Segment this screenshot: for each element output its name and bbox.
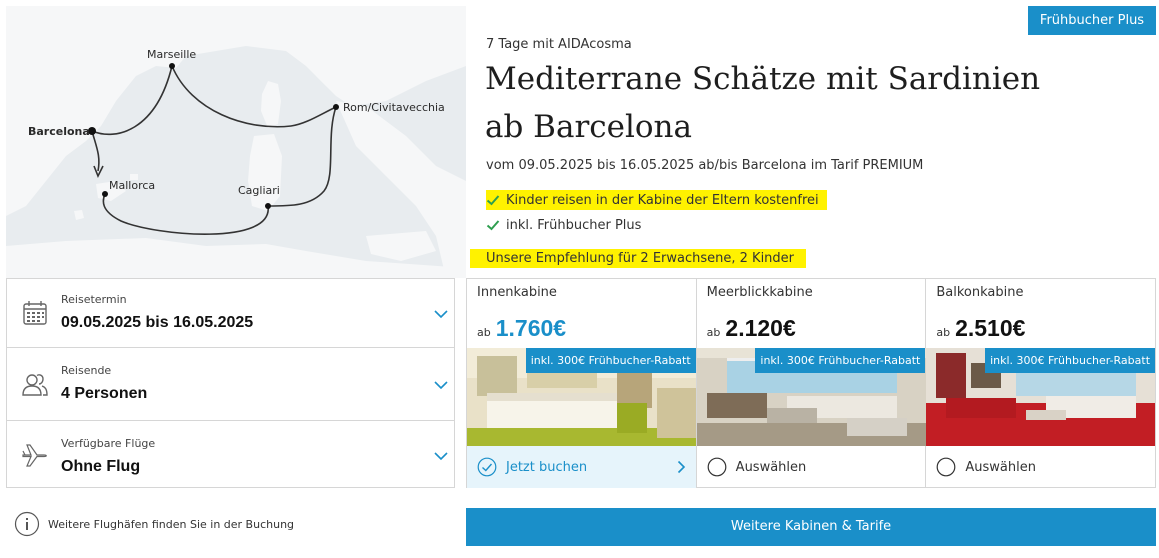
discount-badge: inkl. 300€ Frühbucher-Rabatt — [755, 348, 926, 373]
discount-badge: inkl. 300€ Frühbucher-Rabatt — [985, 348, 1156, 373]
select-cabin-button[interactable]: Auswählen — [697, 446, 926, 488]
price-amount: 2.120€ — [725, 315, 796, 341]
radio-icon — [936, 457, 956, 477]
port-label-mallorca: Mallorca — [109, 179, 155, 192]
ship-line: 7 Tage mit AIDAcosma — [486, 37, 632, 52]
cabin-options: Innenkabine ab 1.760€ inkl. 300€ Frühbuc… — [466, 278, 1157, 488]
flights-value: Ohne Flug — [61, 458, 141, 475]
airport-note-text: Weitere Flughäfen finden Sie in der Buch… — [48, 517, 295, 531]
price-amount: 2.510€ — [955, 315, 1026, 341]
price-prefix: ab — [936, 326, 951, 339]
select-cabin-label: Auswählen — [965, 459, 1036, 475]
travel-date-label: Reisetermin — [61, 293, 127, 306]
feature-label: inkl. Frühbucher Plus — [506, 217, 642, 233]
route-map: Marseille Rom/Civitavecchia Barcelona Ma… — [6, 6, 466, 278]
cabin-card-meerblickkabine[interactable]: Meerblickkabine ab 2.120€ inkl. 300€ Frü… — [696, 278, 927, 488]
cabin-name: Balkonkabine — [936, 285, 1024, 300]
travel-date-select[interactable]: Reisetermin 09.05.2025 bis 16.05.2025 — [6, 278, 455, 348]
book-now-label: Jetzt buchen — [506, 459, 588, 475]
chevron-down-icon — [434, 452, 448, 461]
airport-note: Weitere Flughäfen finden Sie in der Buch… — [14, 511, 294, 537]
port-label-rom: Rom/Civitavecchia — [343, 101, 445, 114]
info-icon — [14, 511, 40, 537]
cabin-name: Meerblickkabine — [706, 285, 813, 300]
travelers-select[interactable]: Reisende 4 Personen — [6, 347, 455, 421]
cabin-price: ab 2.120€ — [707, 315, 796, 342]
cabin-price: ab 2.510€ — [936, 315, 1025, 342]
chevron-down-icon — [434, 310, 448, 319]
cabin-card-innenkabine[interactable]: Innenkabine ab 1.760€ inkl. 300€ Frühbuc… — [467, 278, 697, 488]
check-circle-icon — [477, 457, 497, 477]
port-marker-mallorca — [102, 191, 108, 197]
port-marker-rom — [333, 104, 339, 110]
calendar-icon — [23, 301, 47, 325]
port-label-cagliari: Cagliari — [238, 184, 280, 197]
feature-kids-free: Kinder reisen in der Kabine der Eltern k… — [486, 190, 827, 210]
people-icon — [22, 374, 48, 396]
port-label-marseille: Marseille — [147, 48, 196, 61]
flights-select[interactable]: Verfügbare Flüge Ohne Flug — [6, 420, 455, 488]
cabin-name: Innenkabine — [477, 285, 557, 300]
price-prefix: ab — [706, 326, 721, 339]
check-icon — [486, 195, 500, 206]
cabin-card-balkonkabine[interactable]: Balkonkabine ab 2.510€ inkl. 300€ Frühbu… — [926, 278, 1157, 488]
price-prefix: ab — [477, 326, 491, 339]
travelers-label: Reisende — [61, 364, 112, 377]
feature-fruehbucher: inkl. Frühbucher Plus — [486, 215, 641, 235]
travel-date-value: 09.05.2025 bis 16.05.2025 — [61, 314, 254, 331]
page-title: Mediterrane Schätze mit Sardinien ab Bar… — [485, 61, 1041, 145]
travelers-value: 4 Personen — [61, 385, 148, 402]
port-marker-cagliari — [265, 203, 271, 209]
check-icon — [486, 220, 500, 231]
port-label-barcelona: Barcelona — [28, 125, 90, 138]
cabin-price: ab 1.760€ — [477, 315, 566, 342]
chevron-down-icon — [434, 381, 448, 390]
price-amount: 1.760€ — [495, 315, 567, 341]
dates-line: vom 09.05.2025 bis 16.05.2025 ab/bis Bar… — [486, 158, 924, 173]
radio-icon — [707, 457, 727, 477]
select-cabin-button[interactable]: Auswählen — [926, 446, 1155, 488]
more-cabins-button[interactable]: Weitere Kabinen & Tarife — [466, 508, 1156, 546]
fruehbucher-plus-badge[interactable]: Frühbucher Plus — [1028, 6, 1156, 35]
feature-label: Kinder reisen in der Kabine der Eltern k… — [506, 192, 819, 208]
port-marker-marseille — [169, 63, 175, 69]
select-cabin-label: Auswählen — [735, 459, 807, 475]
chevron-right-icon — [677, 460, 686, 474]
recommendation-text: Unsere Empfehlung für 2 Erwachsene, 2 Ki… — [470, 249, 807, 268]
airplane-icon — [22, 444, 47, 467]
discount-badge: inkl. 300€ Frühbucher-Rabatt — [525, 348, 696, 373]
flights-label: Verfügbare Flüge — [61, 437, 156, 450]
book-now-button[interactable]: Jetzt buchen — [467, 446, 696, 488]
